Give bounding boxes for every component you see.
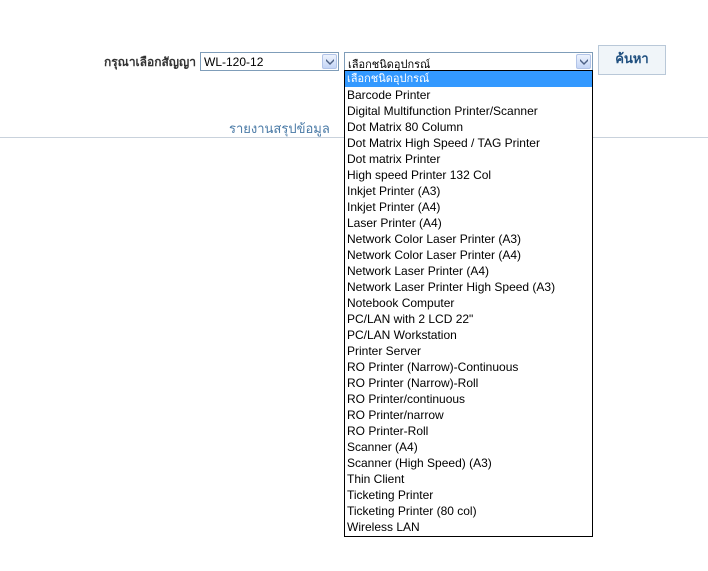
dropdown-option[interactable]: Scanner (High Speed) (A3) [345, 455, 592, 471]
dropdown-option[interactable]: Network Color Laser Printer (A4) [345, 247, 592, 263]
dropdown-option[interactable]: PC/LAN Workstation [345, 327, 592, 343]
chevron-down-icon[interactable] [322, 54, 337, 69]
dropdown-option[interactable]: RO Printer/narrow [345, 407, 592, 423]
dropdown-option[interactable]: Network Laser Printer (A4) [345, 263, 592, 279]
dropdown-option[interactable]: RO Printer-Roll [345, 423, 592, 439]
dropdown-option[interactable]: Barcode Printer [345, 87, 592, 103]
dropdown-option[interactable]: Wireless LAN [345, 519, 592, 535]
contract-select-value: WL-120-12 [204, 55, 264, 69]
dropdown-option[interactable]: Printer Server [345, 343, 592, 359]
contract-label: กรุณาเลือกสัญญา [103, 55, 196, 69]
contract-select[interactable]: WL-120-12 [200, 52, 339, 71]
dropdown-option[interactable]: Inkjet Printer (A3) [345, 183, 592, 199]
dropdown-option[interactable]: Ticketing Printer (80 col) [345, 503, 592, 519]
dropdown-option[interactable]: Digital Multifunction Printer/Scanner [345, 103, 592, 119]
dropdown-option[interactable]: Dot matrix Printer [345, 151, 592, 167]
dropdown-option[interactable]: PC/LAN with 2 LCD 22" [345, 311, 592, 327]
dropdown-option[interactable]: RO Printer/continuous [345, 391, 592, 407]
dropdown-option[interactable]: Ticketing Printer [345, 487, 592, 503]
dropdown-option[interactable]: High speed Printer 132 Col [345, 167, 592, 183]
dropdown-option[interactable]: Network Color Laser Printer (A3) [345, 231, 592, 247]
dropdown-option[interactable]: Dot Matrix 80 Column [345, 119, 592, 135]
search-button[interactable]: ค้นหา [598, 45, 666, 75]
dropdown-option[interactable]: Scanner (A4) [345, 439, 592, 455]
dropdown-option[interactable]: Laser Printer (A4) [345, 215, 592, 231]
dropdown-option[interactable]: Network Laser Printer High Speed (A3) [345, 279, 592, 295]
report-title: รายงานสรุปข้อมูล [229, 122, 330, 137]
dropdown-option[interactable]: Dot Matrix High Speed / TAG Printer [345, 135, 592, 151]
dropdown-option[interactable]: RO Printer (Narrow)-Roll [345, 375, 592, 391]
dropdown-option[interactable]: เลือกชนิดอุปกรณ์ [345, 71, 592, 87]
chevron-down-icon[interactable] [576, 54, 591, 69]
dropdown-option[interactable]: Notebook Computer [345, 295, 592, 311]
page: กรุณาเลือกสัญญา WL-120-12 เลือกชนิดอุปกร… [0, 0, 708, 571]
device-type-select[interactable]: เลือกชนิดอุปกรณ์ [344, 52, 593, 71]
device-type-dropdown-list[interactable]: เลือกชนิดอุปกรณ์ Barcode Printer Digital M… [344, 70, 593, 537]
dropdown-option[interactable]: Inkjet Printer (A4) [345, 199, 592, 215]
dropdown-option[interactable]: Thin Client [345, 471, 592, 487]
dropdown-option[interactable]: RO Printer (Narrow)-Continuous [345, 359, 592, 375]
